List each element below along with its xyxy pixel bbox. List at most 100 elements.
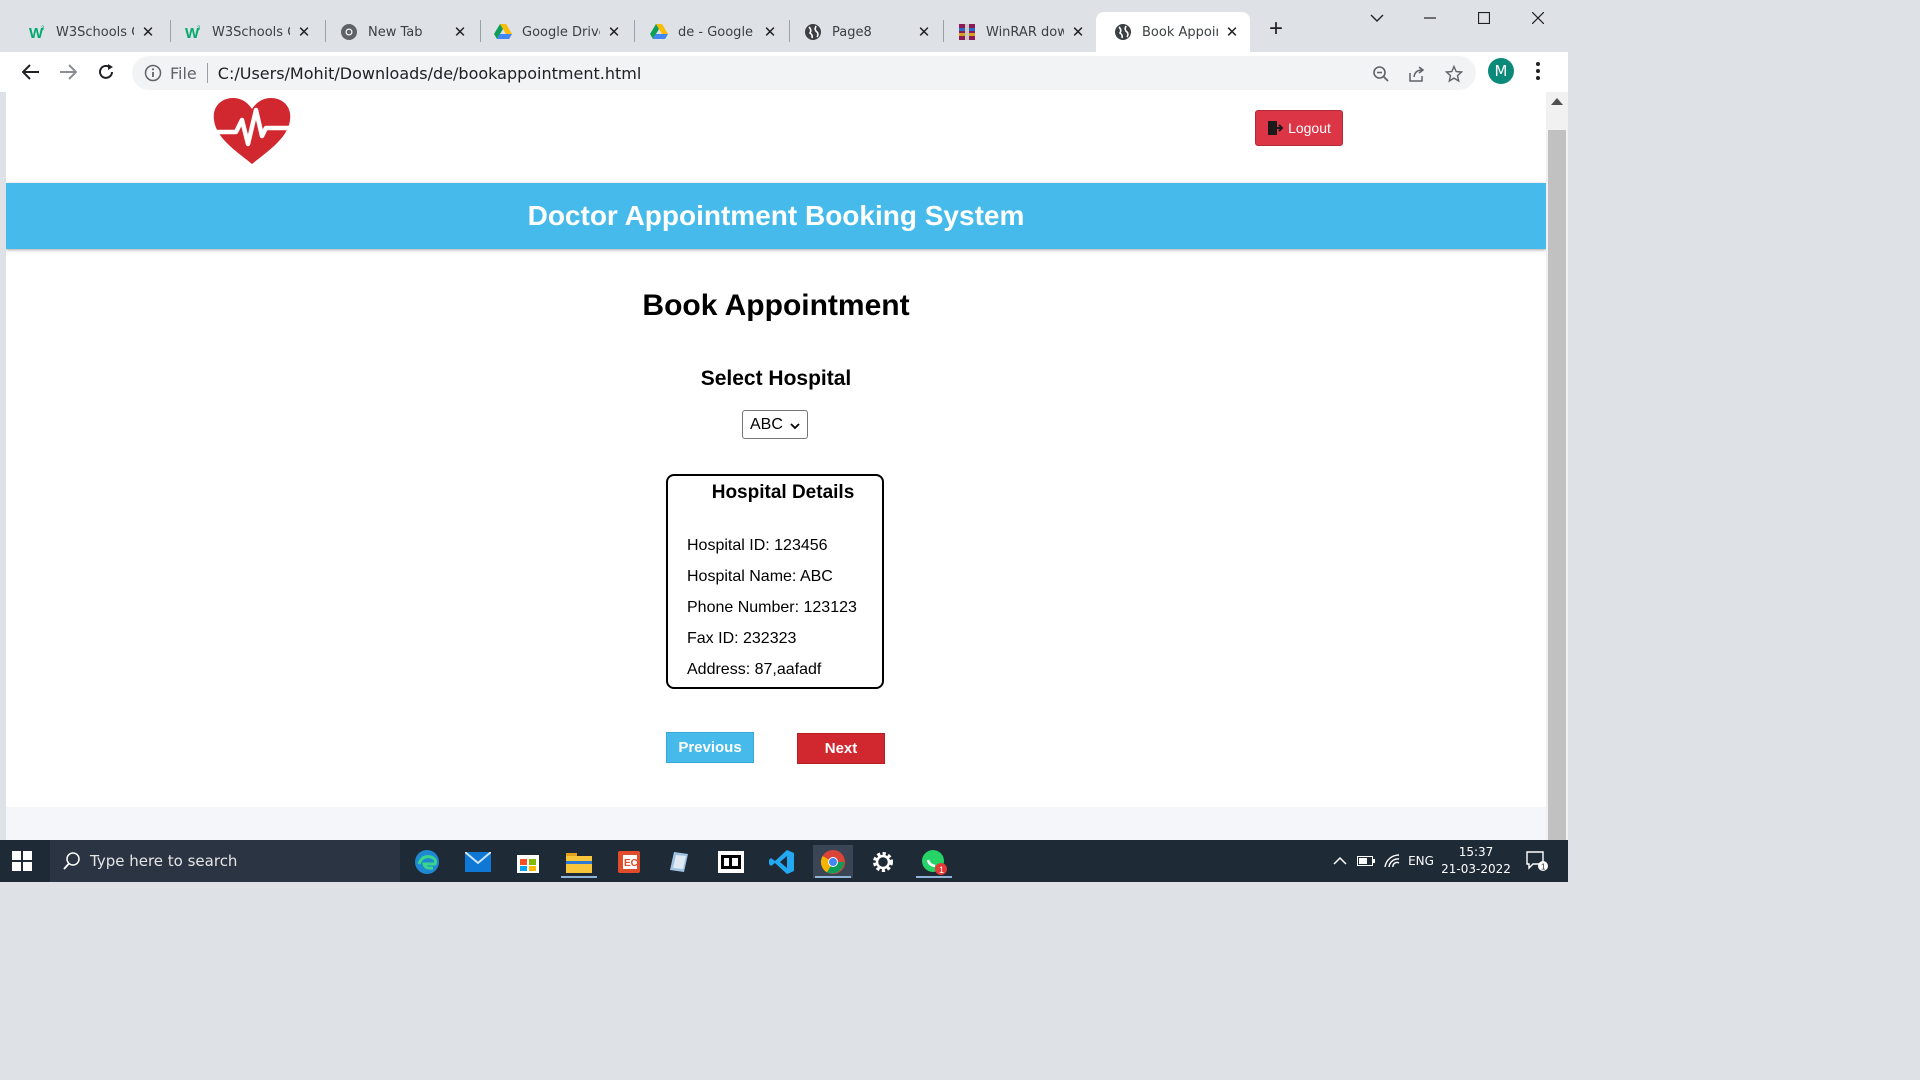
site-footer: [6, 807, 1546, 840]
scroll-up-arrow-icon[interactable]: [1551, 98, 1563, 105]
minimize-icon[interactable]: [1418, 6, 1442, 30]
running-indicator: [815, 876, 851, 878]
tab-w3schools-2[interactable]: W3 W3Schools Co ✕: [166, 12, 322, 52]
page-title: Book Appointment: [642, 289, 910, 322]
select-hospital-label: Select Hospital: [700, 367, 852, 390]
language-indicator[interactable]: ENG: [1404, 840, 1438, 882]
hospital-id: Hospital ID: 123456: [687, 537, 828, 554]
settings-gear-icon[interactable]: [863, 845, 903, 878]
new-tab-button[interactable]: +: [1264, 17, 1288, 42]
close-icon[interactable]: ✕: [916, 23, 932, 41]
running-indicator: [916, 876, 952, 878]
close-icon[interactable]: ✕: [452, 23, 468, 41]
chrome-icon: [340, 23, 358, 41]
site-banner: Doctor Appointment Booking System: [6, 183, 1546, 249]
hospital-phone: Phone Number: 123123: [687, 599, 857, 616]
windows-start-icon[interactable]: [12, 851, 32, 871]
browser-toolbar: File C:/Users/Mohit/Downloads/de/bookapp…: [0, 52, 1568, 92]
hospital-select[interactable]: ABC: [742, 410, 808, 439]
svg-text:EC: EC: [624, 858, 638, 869]
notepad-icon[interactable]: [660, 845, 700, 878]
url-text[interactable]: C:/Users/Mohit/Downloads/de/bookappointm…: [218, 64, 642, 83]
wifi-icon[interactable]: [1380, 840, 1404, 882]
tab-page8[interactable]: Page8 ✕: [786, 12, 942, 52]
svg-text:3: 3: [197, 26, 201, 32]
tab-w3schools-1[interactable]: W3 W3Schools Or ✕: [10, 12, 166, 52]
close-icon[interactable]: ✕: [1224, 23, 1240, 41]
tab-google-drive[interactable]: Google Drive ✕: [476, 12, 632, 52]
taskbar-search-box[interactable]: Type here to search: [50, 840, 400, 882]
svg-text:3: 3: [41, 26, 45, 32]
close-icon[interactable]: ✕: [296, 23, 312, 41]
close-icon[interactable]: ✕: [140, 23, 156, 41]
logout-label: Logout: [1288, 120, 1331, 136]
share-icon[interactable]: [1406, 63, 1428, 85]
chrome-taskbar-icon[interactable]: [813, 845, 853, 878]
google-drive-icon: [650, 23, 668, 41]
profile-avatar[interactable]: M: [1488, 58, 1514, 84]
hospital-address: Address: 87,aafadf: [687, 661, 822, 678]
tab-winrar[interactable]: WinRAR dowr ✕: [940, 12, 1096, 52]
vscode-icon[interactable]: [762, 845, 802, 878]
notification-count: 1: [1541, 863, 1546, 872]
scheme-label: File: [170, 63, 197, 83]
search-icon: [62, 851, 82, 871]
close-icon[interactable]: ✕: [606, 23, 622, 41]
globe-icon: [804, 23, 822, 41]
w3schools-icon: W3: [28, 23, 46, 41]
info-icon[interactable]: [144, 64, 162, 82]
store-icon[interactable]: [508, 845, 548, 878]
logout-button[interactable]: Logout: [1255, 110, 1343, 146]
chevron-down-icon: [789, 419, 801, 431]
taskbar-search-placeholder: Type here to search: [90, 852, 238, 870]
maximize-icon[interactable]: [1472, 6, 1496, 30]
hospital-name: Hospital Name: ABC: [687, 568, 833, 585]
forward-arrow-icon[interactable]: [54, 58, 82, 86]
scroll-thumb[interactable]: [1548, 130, 1566, 840]
window-close-icon[interactable]: [1526, 6, 1550, 30]
terminal-app-icon[interactable]: [711, 845, 751, 878]
previous-button[interactable]: Previous: [666, 732, 754, 763]
w3schools-icon: W3: [184, 23, 202, 41]
page-viewport: Logout Doctor Appointment Booking System…: [6, 92, 1546, 840]
tray-chevron-up-icon[interactable]: [1328, 840, 1352, 882]
running-indicator: [561, 876, 597, 878]
address-bar[interactable]: File C:/Users/Mohit/Downloads/de/bookapp…: [132, 56, 1476, 90]
windows-taskbar: Type here to search EC 1 ENG 15:37 21-03…: [0, 840, 1568, 882]
site-header: Logout: [6, 92, 1546, 182]
hospital-fax: Fax ID: 232323: [687, 630, 797, 647]
clock-date: 21-03-2022: [1441, 862, 1511, 876]
file-explorer-icon[interactable]: [559, 845, 599, 878]
reload-icon[interactable]: [92, 58, 120, 86]
taskbar-clock[interactable]: 15:37 21-03-2022: [1440, 844, 1512, 878]
hospital-details-card: Hospital Details Hospital ID: 123456 Hos…: [666, 474, 884, 689]
tab-book-appointment[interactable]: Book Appoint ✕: [1096, 12, 1250, 52]
office-app-icon[interactable]: EC: [609, 845, 649, 878]
google-drive-icon: [494, 23, 512, 41]
winrar-icon: [958, 23, 976, 41]
mail-icon[interactable]: [458, 845, 498, 878]
close-icon[interactable]: ✕: [762, 23, 778, 41]
whatsapp-icon[interactable]: 1: [914, 845, 954, 878]
next-button[interactable]: Next: [797, 733, 885, 764]
notification-center-icon[interactable]: 1: [1522, 840, 1552, 882]
clock-time: 15:37: [1458, 845, 1494, 859]
tab-google-docs[interactable]: de - Google D ✕: [632, 12, 788, 52]
hospital-details-heading: Hospital Details: [711, 482, 855, 503]
whatsapp-badge-count: 1: [939, 865, 944, 875]
close-icon[interactable]: ✕: [1070, 23, 1086, 41]
globe-icon: [1114, 23, 1132, 41]
bookmark-star-icon[interactable]: [1443, 63, 1465, 85]
tab-new-tab[interactable]: New Tab ✕: [322, 12, 478, 52]
page-scrollbar[interactable]: [1546, 92, 1568, 840]
browser-tab-strip: W3 W3Schools Or ✕ W3 W3Schools Co ✕ New …: [0, 0, 1568, 52]
zoom-icon[interactable]: [1370, 63, 1392, 85]
edge-icon[interactable]: [407, 845, 447, 878]
back-arrow-icon[interactable]: [17, 58, 45, 86]
battery-icon[interactable]: [1354, 840, 1378, 882]
site-title: Doctor Appointment Booking System: [527, 200, 1025, 231]
browser-menu-icon[interactable]: [1530, 60, 1546, 82]
tab-search-icon[interactable]: [1365, 6, 1389, 30]
omnibox-divider: [206, 63, 208, 83]
heartbeat-logo-icon[interactable]: [206, 96, 298, 166]
